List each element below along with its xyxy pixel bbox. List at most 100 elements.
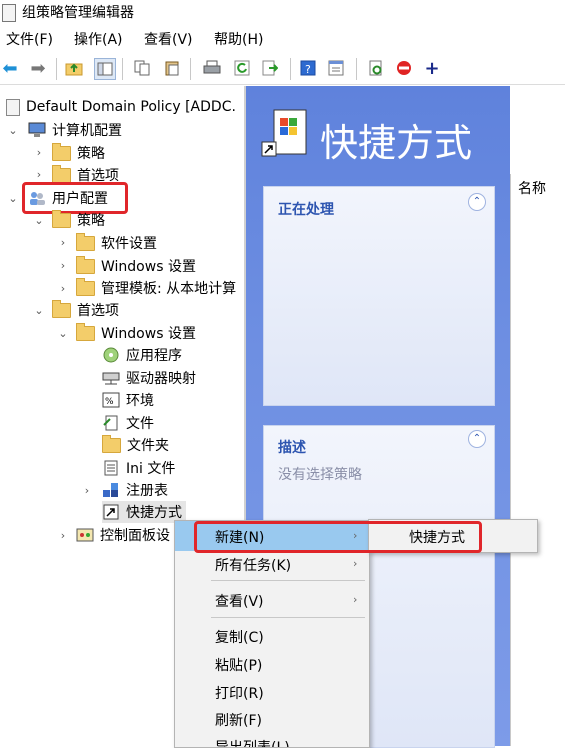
paste-icon[interactable] xyxy=(162,58,182,78)
tree-applications[interactable]: 应用程序 xyxy=(102,344,182,366)
add-icon[interactable]: + xyxy=(422,58,442,79)
refresh-icon[interactable] xyxy=(232,58,252,78)
menu-item-refresh[interactable]: 刷新(F) xyxy=(215,710,262,730)
tree-admin-templates[interactable]: 管理模板: 从本地计算 xyxy=(76,277,236,299)
chevron-down-icon[interactable]: ⌄ xyxy=(58,327,68,340)
tree-label: 驱动器映射 xyxy=(126,371,196,387)
chevron-right-icon[interactable]: › xyxy=(82,484,92,497)
tree-control-panel[interactable]: 控制面板设 xyxy=(76,524,170,546)
folder-icon xyxy=(52,299,71,318)
shortcut-large-icon xyxy=(260,108,310,158)
environment-icon: % xyxy=(102,392,120,408)
show-tree-icon[interactable] xyxy=(94,58,116,80)
tree-label: 文件 xyxy=(126,416,154,432)
tree-uc-prefs[interactable]: 首选项 xyxy=(52,299,119,321)
menu-item-export-list[interactable]: 导出列表(L)... xyxy=(215,737,303,747)
tree-root[interactable]: Default Domain Policy [ADDC. xyxy=(6,96,236,118)
chevron-right-icon[interactable]: › xyxy=(58,259,68,272)
tree-label: 文件夹 xyxy=(127,438,169,454)
chevron-down-icon[interactable]: ⌄ xyxy=(34,304,44,317)
up-folder-icon[interactable] xyxy=(64,58,84,78)
policy-doc-icon xyxy=(6,98,20,116)
menu-separator xyxy=(211,580,365,581)
pane-title: 快捷方式 xyxy=(320,121,473,165)
tree-environment[interactable]: % 环境 xyxy=(102,389,154,411)
help-icon[interactable]: ? xyxy=(298,58,318,78)
chevron-right-icon[interactable]: › xyxy=(58,529,68,542)
context-menu: 新建(N) › 所有任务(K) › 查看(V) › 复制(C) 粘贴(P) 打印… xyxy=(174,520,370,748)
tree-label: Ini 文件 xyxy=(126,461,176,477)
tree-uc-policy[interactable]: 策略 xyxy=(52,209,105,231)
menu-item-print[interactable]: 打印(R) xyxy=(215,683,264,703)
chevron-down-icon[interactable]: ⌄ xyxy=(8,192,18,205)
menu-item-paste[interactable]: 粘贴(P) xyxy=(215,655,262,675)
folder-icon xyxy=(76,277,95,296)
tree-ini-files[interactable]: Ini 文件 xyxy=(102,457,175,479)
tree-windows-settings-2[interactable]: Windows 设置 xyxy=(76,322,196,344)
description-header: 描述 xyxy=(278,440,306,456)
tree-label: 用户配置 xyxy=(52,191,108,207)
processing-panel: 正在处理 ⌃ xyxy=(263,186,495,406)
registry-icon xyxy=(102,482,120,498)
processing-header: 正在处理 xyxy=(278,202,334,218)
column-header-name[interactable]: 名称 xyxy=(518,178,546,198)
drive-icon xyxy=(102,370,120,386)
filter-icon[interactable] xyxy=(366,58,386,78)
chevron-right-icon[interactable]: › xyxy=(34,146,44,159)
menu-help[interactable]: 帮助(H) xyxy=(214,29,263,49)
tree-label: 注册表 xyxy=(126,483,168,499)
properties-icon[interactable] xyxy=(326,58,346,78)
tree-folders[interactable]: 文件夹 xyxy=(102,434,169,456)
tree-computer-config[interactable]: 计算机配置 xyxy=(28,119,122,141)
app-icon xyxy=(2,4,16,22)
tree-label: 策略 xyxy=(77,213,105,229)
tree-files[interactable]: 文件 xyxy=(102,412,154,434)
chevron-right-icon[interactable]: › xyxy=(58,282,68,295)
title-bar: 组策略管理编辑器 xyxy=(0,0,565,26)
tree-user-config[interactable]: 用户配置 xyxy=(28,187,108,209)
copy-icon[interactable] xyxy=(132,58,152,78)
tree-label: 计算机配置 xyxy=(52,123,122,139)
print-icon[interactable] xyxy=(202,58,222,78)
tree-windows-settings-1[interactable]: Windows 设置 xyxy=(76,255,196,277)
tree-label: 策略 xyxy=(77,146,105,162)
collapse-icon[interactable]: ⌃ xyxy=(468,430,486,448)
tree-software-settings[interactable]: 软件设置 xyxy=(76,232,157,254)
chevron-right-icon[interactable]: › xyxy=(34,168,44,181)
chevron-down-icon[interactable]: ⌄ xyxy=(34,214,44,227)
tree-label: Windows 设置 xyxy=(101,259,196,275)
forward-icon[interactable]: ➡ xyxy=(28,58,48,79)
menu-action[interactable]: 操作(A) xyxy=(74,29,123,49)
tree-drive-maps[interactable]: 驱动器映射 xyxy=(102,367,196,389)
back-icon[interactable]: ⬅ xyxy=(0,58,20,79)
stop-icon[interactable] xyxy=(394,58,414,78)
list-pane: 名称 xyxy=(510,174,565,746)
file-icon xyxy=(102,415,120,431)
tree-label: 控制面板设 xyxy=(100,528,170,544)
chevron-down-icon[interactable]: ⌄ xyxy=(8,124,18,137)
tree-cc-policy[interactable]: 策略 xyxy=(52,142,105,164)
tree-label: 软件设置 xyxy=(101,236,157,252)
shortcut-icon xyxy=(102,504,120,520)
collapse-icon[interactable]: ⌃ xyxy=(468,193,486,211)
tree-label: 管理模板: 从本地计算 xyxy=(101,281,237,297)
chevron-right-icon[interactable]: › xyxy=(58,236,68,249)
menu-item-copy[interactable]: 复制(C) xyxy=(215,627,264,647)
toolbar: ⬅ ➡ ? + xyxy=(0,52,565,85)
control-panel-icon xyxy=(76,527,94,543)
ini-file-icon xyxy=(102,460,120,476)
export-icon[interactable] xyxy=(260,58,280,78)
tree-registry[interactable]: 注册表 xyxy=(102,479,168,501)
folder-icon xyxy=(52,209,71,228)
window-title: 组策略管理编辑器 xyxy=(22,5,134,21)
menu-item-view[interactable]: 查看(V) xyxy=(215,591,264,611)
svg-text:?: ? xyxy=(305,63,311,76)
menu-item-all-tasks[interactable]: 所有任务(K) xyxy=(215,555,291,575)
menu-bar: 文件(F) 操作(A) 查看(V) 帮助(H) xyxy=(0,26,565,50)
folder-icon xyxy=(52,142,71,161)
application-disc-icon xyxy=(102,347,120,363)
menu-separator xyxy=(211,617,365,618)
menu-file[interactable]: 文件(F) xyxy=(6,29,53,49)
menu-view[interactable]: 查看(V) xyxy=(144,29,193,49)
tree-label: 环境 xyxy=(126,393,154,409)
